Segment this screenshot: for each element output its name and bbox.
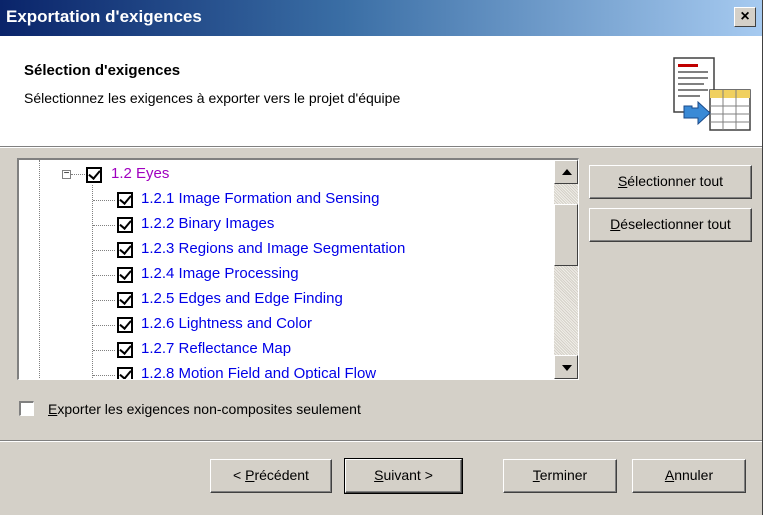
tree-node[interactable]: 1.2.4 Image Processing — [141, 265, 299, 282]
cancel-label: Annuler — [665, 467, 713, 483]
tree-connector — [93, 375, 115, 376]
tree-connector — [93, 300, 115, 301]
button-text: < — [233, 467, 246, 483]
next-button[interactable]: Suivant > — [344, 458, 463, 494]
tree-root-line — [39, 160, 40, 379]
tree-node[interactable]: 1.2.6 Lightness and Color — [141, 315, 312, 332]
tree-viewport: − 1.2 Eyes 1.2.1 Image Formation and Sen… — [19, 160, 555, 379]
non-composite-only-label[interactable]: Exporter les exigences non-composites se… — [48, 401, 361, 417]
finish-button[interactable]: Terminer — [503, 459, 617, 493]
tree-checkbox[interactable] — [117, 292, 133, 308]
arrow-down-icon — [562, 365, 572, 371]
vertical-scrollbar[interactable] — [554, 160, 578, 379]
page-title: Sélection d'exigences — [24, 62, 181, 79]
accelerator-key: A — [664, 467, 675, 483]
button-text: électionner tout — [627, 173, 724, 189]
next-label: Suivant > — [374, 467, 433, 483]
previous-label: < Précédent — [233, 467, 309, 483]
accelerator-key: D — [610, 216, 621, 232]
tree-node[interactable]: 1.2.5 Edges and Edge Finding — [141, 290, 343, 307]
tree-checkbox[interactable] — [117, 217, 133, 233]
button-text: uivant > — [383, 467, 433, 483]
tree-connector — [93, 350, 115, 351]
tree-checkbox[interactable] — [117, 267, 133, 283]
arrow-up-icon — [562, 169, 572, 175]
button-text: erminer — [539, 467, 588, 483]
tree-connector — [93, 325, 115, 326]
tree-connector — [93, 225, 115, 226]
scroll-down-button[interactable] — [554, 355, 578, 379]
tree-node[interactable]: 1.2.3 Regions and Image Segmentation — [141, 240, 405, 257]
tree-connector — [71, 174, 85, 175]
tree-node[interactable]: 1.2.1 Image Formation and Sensing — [141, 190, 379, 207]
tree-checkbox[interactable] — [117, 242, 133, 258]
tree-node-1-2-eyes[interactable]: 1.2 Eyes — [111, 165, 169, 182]
tree-connector — [93, 275, 115, 276]
accelerator-key: T — [532, 467, 540, 483]
non-composite-only-checkbox[interactable] — [19, 401, 34, 416]
accelerator-key: S — [617, 173, 628, 189]
footer-separator-highlight — [0, 441, 762, 442]
button-text: nnuler — [674, 467, 714, 483]
button-text: éselectionner tout — [620, 216, 731, 232]
tree-connector — [93, 200, 115, 201]
accelerator-key: E — [48, 401, 58, 417]
button-text: récédent — [254, 467, 309, 483]
previous-button[interactable]: < Précédent — [210, 459, 332, 493]
deselect-all-button[interactable]: Déselectionner tout — [589, 208, 752, 242]
window-title: Exportation d'exigences — [6, 7, 202, 26]
requirements-tree[interactable]: − 1.2 Eyes 1.2.1 Image Formation and Sen… — [17, 158, 579, 380]
cancel-button[interactable]: Annuler — [632, 459, 746, 493]
title-bar[interactable]: Exportation d'exigences × — [0, 0, 762, 36]
page-subtitle: Sélectionnez les exigences à exporter ve… — [24, 90, 401, 106]
tree-node[interactable]: 1.2.2 Binary Images — [141, 215, 274, 232]
close-button[interactable]: × — [734, 7, 756, 27]
export-requirements-dialog: Exportation d'exigences × Sélection d'ex… — [0, 0, 763, 515]
select-all-button[interactable]: Sélectionner tout — [589, 165, 752, 199]
tree-checkbox-parent[interactable] — [86, 167, 102, 183]
wizard-header: Sélection d'exigences Sélectionnez les e… — [0, 36, 762, 147]
option-text: xporter les exigences non-composites seu… — [57, 401, 361, 417]
tree-node[interactable]: 1.2.7 Reflectance Map — [141, 340, 291, 357]
close-icon: × — [740, 8, 750, 25]
finish-label: Terminer — [533, 467, 587, 483]
header-separator — [0, 147, 762, 148]
tree-checkbox[interactable] — [117, 367, 133, 379]
scroll-up-button[interactable] — [554, 160, 578, 184]
collapse-icon[interactable]: − — [62, 169, 71, 179]
select-all-label: Sélectionner tout — [618, 173, 723, 189]
tree-checkbox[interactable] — [117, 192, 133, 208]
tree-node[interactable]: 1.2.8 Motion Field and Optical Flow — [141, 365, 376, 379]
tree-connector — [93, 250, 115, 251]
tree-checkbox[interactable] — [117, 317, 133, 333]
scrollbar-thumb[interactable] — [554, 204, 578, 266]
export-requirements-icon — [673, 57, 751, 131]
deselect-all-label: Déselectionner tout — [610, 216, 731, 232]
tree-checkbox[interactable] — [117, 342, 133, 358]
